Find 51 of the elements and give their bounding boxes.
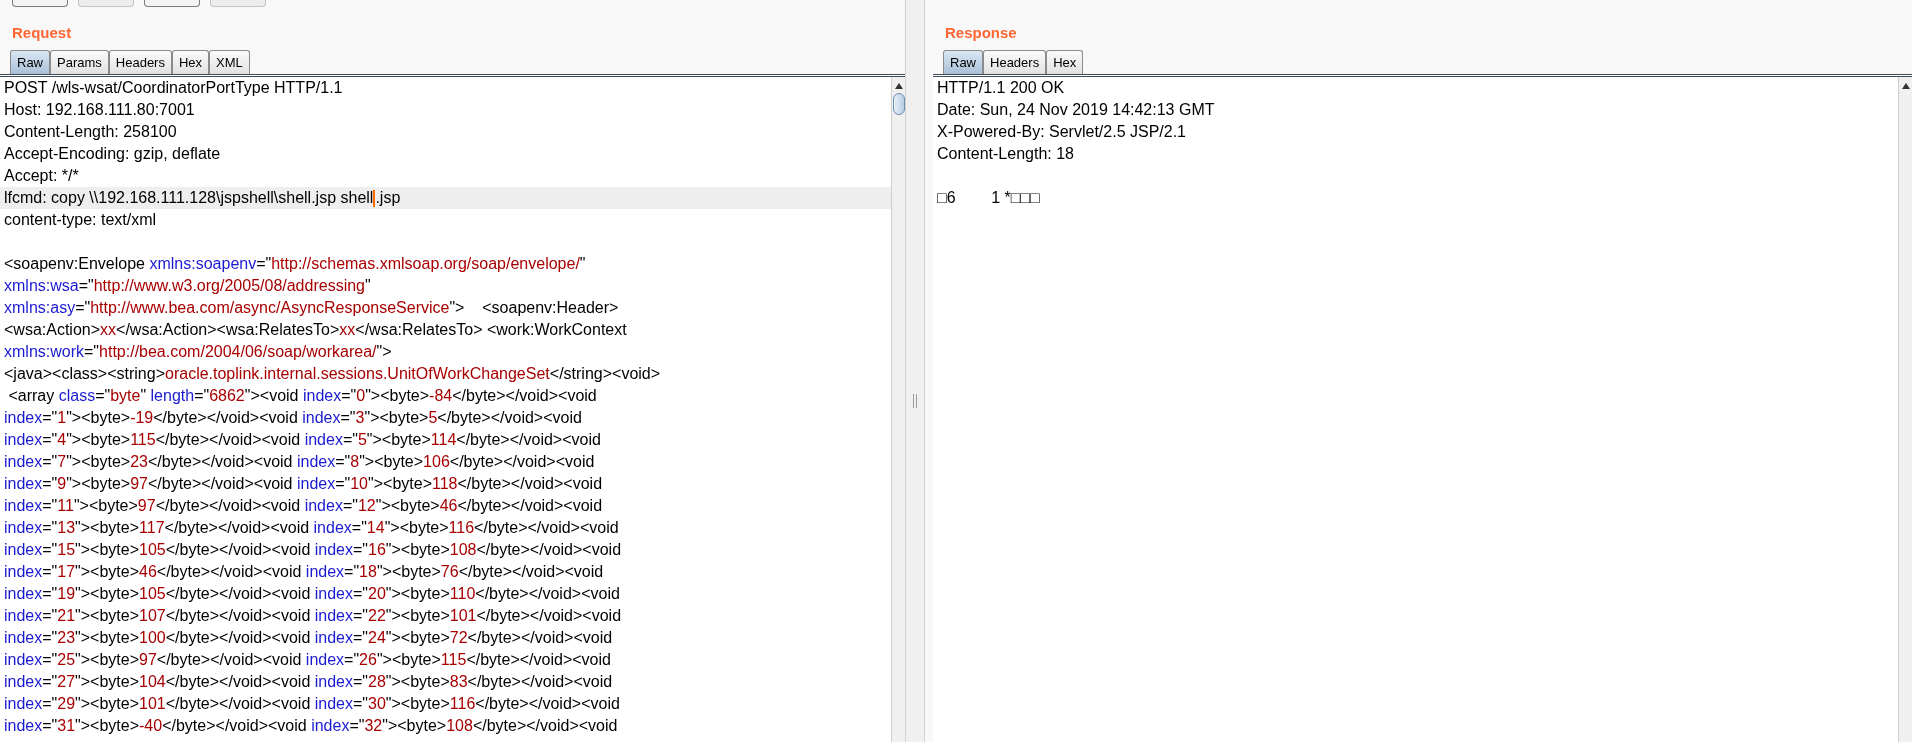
code-line: index="9"><byte>97</byte></void><void index="10"><byte>118</byte></void><void <box>3 474 604 494</box>
code-line: <wsa:Action>xx</wsa:Action><wsa:RelatesTo>xx</wsa:RelatesTo> <work:WorkContext <box>3 320 628 340</box>
code-line: index="7"><byte>23</byte></void><void index="8"><byte>106</byte></void><void <box>3 452 596 472</box>
code-line: xmlns:work="http://bea.com/2004/06/soap/workarea/"> <box>3 342 393 362</box>
tab[interactable]: Hex <box>171 50 210 74</box>
code-line: Host: 192.168.111.80:7001 <box>3 100 196 120</box>
code-line: xmlns:asy="http://www.bea.com/async/AsyncResponseService"> <soapenv:Header> <box>3 298 620 318</box>
code-line: xmlns:wsa="http://www.w3.org/2005/08/addressing" <box>3 276 372 296</box>
code-line: index="17"><byte>46</byte></void><void index="18"><byte>76</byte></void><void <box>3 562 605 582</box>
code-line: content-type: text/xml <box>3 210 158 230</box>
code-line: HTTP/1.1 200 OK <box>937 78 1066 98</box>
code-line: index="1"><byte>-19</byte></void><void index="3"><byte>5</byte></void><void <box>3 408 583 428</box>
tab[interactable]: XML <box>209 50 250 74</box>
scroll-up-icon[interactable] <box>893 81 904 91</box>
toolbar-button[interactable] <box>12 0 68 7</box>
code-line: index="13"><byte>117</byte></void><void index="14"><byte>116</byte></void><void <box>3 518 620 538</box>
tab[interactable]: Hex <box>1046 50 1084 74</box>
code-line: index="31"><byte>-40</byte></void><void index="32"><byte>108</byte></void><void <box>3 716 619 736</box>
code-line: Accept: */* <box>3 166 80 186</box>
toolbar-button[interactable] <box>144 0 200 7</box>
tab[interactable]: Headers <box>108 50 172 74</box>
code-line: index="29"><byte>101</byte></void><void index="30"><byte>116</byte></void><void <box>3 694 621 714</box>
code-line: <soapenv:Envelope xmlns:soapenv="http://schemas.xmlsoap.org/soap/envelope/" <box>3 254 587 274</box>
code-line: <array class="byte" length="6862"><void index="0"><byte>-84</byte></void><void <box>7 386 598 406</box>
code-line: POST /wls-wsat/CoordinatorPortType HTTP/1.1 <box>3 78 344 98</box>
tab[interactable]: Headers <box>983 50 1047 74</box>
code-line: index="11"><byte>97</byte></void><void index="12"><byte>46</byte></void><void <box>3 496 604 516</box>
scroll-thumb[interactable] <box>892 93 905 115</box>
code-line: index="4"><byte>115</byte></void><void index="5"><byte>114</byte></void><void <box>3 430 602 450</box>
code-line: □6 1 *□□□ <box>937 188 1041 208</box>
scroll-up-icon[interactable] <box>1900 81 1911 91</box>
scrollbar[interactable] <box>891 77 905 742</box>
code-line: Content-Length: 258100 <box>3 122 178 142</box>
code-line: index="15"><byte>105</byte></void><void index="16"><byte>108</byte></void><void <box>3 540 623 560</box>
code-line: Content-Length: 18 <box>937 144 1075 164</box>
code-line: Accept-Encoding: gzip, deflate <box>3 144 222 164</box>
code-line: index="25"><byte>97</byte></void><void index="26"><byte>115</byte></void><void <box>3 650 612 670</box>
code-line: Date: Sun, 24 Nov 2019 14:42:13 GMT <box>937 100 1216 120</box>
splitter-handle[interactable] <box>913 394 917 408</box>
code-line: index="19"><byte>105</byte></void><void index="20"><byte>110</byte></void><void <box>3 584 621 604</box>
tab[interactable]: Params <box>50 50 109 74</box>
code-line: index="23"><byte>100</byte></void><void index="24"><byte>72</byte></void><void <box>3 628 614 648</box>
tab[interactable]: Raw <box>943 50 983 74</box>
tab[interactable]: Raw <box>10 50 50 74</box>
code-line: <java><class><string>oracle.toplink.internal.sessions.UnitOfWorkChangeSet</string><void> <box>3 364 662 384</box>
code-line: X-Powered-By: Servlet/2.5 JSP/2.1 <box>937 122 1187 142</box>
code-line: index="21"><byte>107</byte></void><void index="22"><byte>101</byte></void><void <box>3 606 623 626</box>
code-line: index="27"><byte>104</byte></void><void index="28"><byte>83</byte></void><void <box>3 672 614 692</box>
panel-title: Request <box>11 23 73 43</box>
panel-title: Response <box>944 23 1018 43</box>
scrollbar[interactable] <box>1898 77 1912 742</box>
